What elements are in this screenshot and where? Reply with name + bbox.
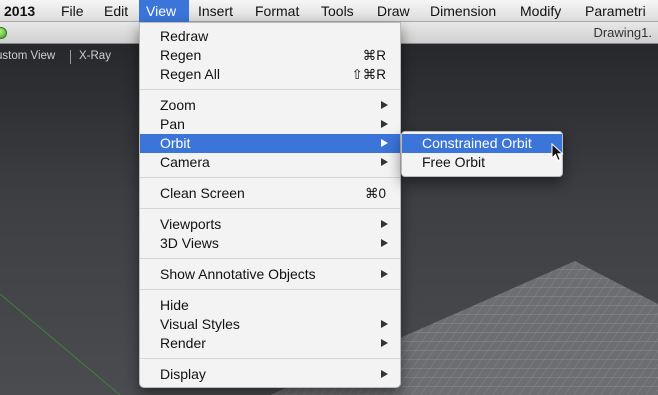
- menu-item-pan[interactable]: Pan: [140, 115, 400, 134]
- submenu-arrow-icon: [381, 139, 388, 147]
- menu-item-label: Camera: [160, 154, 210, 170]
- menu-separator: [140, 89, 400, 90]
- menu-item-redraw[interactable]: Redraw: [140, 27, 400, 46]
- menu-item-label: Regen All: [160, 66, 220, 82]
- menu-item-clean-screen[interactable]: Clean Screen ⌘0: [140, 184, 400, 203]
- menu-dimension[interactable]: Dimension: [430, 0, 496, 22]
- menu-tools[interactable]: Tools: [321, 0, 354, 22]
- menu-item-visual-styles[interactable]: Visual Styles: [140, 315, 400, 334]
- menu-item-label: Redraw: [160, 28, 209, 44]
- menu-item-regen-all[interactable]: Regen All ⇧⌘R: [140, 65, 400, 84]
- menu-insert[interactable]: Insert: [198, 0, 233, 22]
- menu-file[interactable]: File: [61, 0, 84, 22]
- menu-item-label: Show Annotative Objects: [160, 266, 316, 282]
- menu-item-label: Regen: [160, 47, 202, 63]
- submenu-arrow-icon: [381, 158, 388, 166]
- menu-item-show-annotative-objects[interactable]: Show Annotative Objects: [140, 265, 400, 284]
- menu-modify[interactable]: Modify: [520, 0, 561, 22]
- menu-item-label: Render: [160, 335, 206, 351]
- menu-draw[interactable]: Draw: [377, 0, 410, 22]
- submenu-arrow-icon: [381, 339, 388, 347]
- submenu-arrow-icon: [381, 101, 388, 109]
- menu-item-viewports[interactable]: Viewports: [140, 215, 400, 234]
- window-zoom-button[interactable]: [0, 27, 7, 39]
- menu-item-orbit[interactable]: Orbit: [140, 134, 400, 153]
- app-menu[interactable]: 2013: [4, 0, 35, 22]
- submenu-item-constrained-orbit[interactable]: Constrained Orbit: [402, 134, 562, 153]
- view-menu: Redraw Regen ⌘R Regen All ⇧⌘R Zoom Pan Orb…: [139, 22, 401, 388]
- menu-bar: 2013 File Edit View Insert Format Tools …: [0, 0, 658, 22]
- menu-separator: [140, 358, 400, 359]
- menu-item-display[interactable]: Display: [140, 365, 400, 384]
- y-axis-line: [0, 293, 121, 395]
- orbit-submenu: Constrained Orbit Free Orbit: [401, 131, 563, 177]
- menu-item-label: Display: [160, 366, 206, 382]
- menu-item-render[interactable]: Render: [140, 334, 400, 353]
- shortcut: ⇧⌘R: [351, 67, 386, 82]
- menu-item-label: Visual Styles: [160, 316, 240, 332]
- menu-item-camera[interactable]: Camera: [140, 153, 400, 172]
- submenu-arrow-icon: [381, 270, 388, 278]
- viewport-label-separator: [70, 50, 71, 64]
- menu-item-regen[interactable]: Regen ⌘R: [140, 46, 400, 65]
- submenu-arrow-icon: [381, 120, 388, 128]
- submenu-arrow-icon: [381, 370, 388, 378]
- view-label[interactable]: ustom View: [0, 50, 55, 62]
- menu-item-zoom[interactable]: Zoom: [140, 96, 400, 115]
- menu-separator: [140, 258, 400, 259]
- menu-item-hide[interactable]: Hide: [140, 296, 400, 315]
- menu-separator: [140, 177, 400, 178]
- menu-separator: [140, 208, 400, 209]
- document-title: Drawing1.: [593, 25, 652, 40]
- menu-item-label: Hide: [160, 297, 189, 313]
- menu-item-label: 3D Views: [160, 235, 219, 251]
- menu-item-label: Clean Screen: [160, 185, 245, 201]
- visual-mode-label[interactable]: X-Ray: [79, 50, 111, 62]
- menu-separator: [140, 289, 400, 290]
- submenu-arrow-icon: [381, 220, 388, 228]
- menu-view[interactable]: View: [139, 0, 189, 22]
- submenu-arrow-icon: [381, 239, 388, 247]
- shortcut: ⌘R: [362, 48, 386, 63]
- menu-item-label: Pan: [160, 116, 185, 132]
- shortcut: ⌘0: [364, 186, 386, 201]
- menu-item-3d-views[interactable]: 3D Views: [140, 234, 400, 253]
- menu-item-label: Zoom: [160, 97, 196, 113]
- mouse-pointer-icon: [551, 143, 564, 162]
- menu-edit[interactable]: Edit: [104, 0, 128, 22]
- submenu-arrow-icon: [381, 320, 388, 328]
- menu-item-label: Viewports: [160, 216, 222, 232]
- menu-format[interactable]: Format: [255, 0, 299, 22]
- menu-item-label: Orbit: [160, 135, 191, 151]
- submenu-item-free-orbit[interactable]: Free Orbit: [402, 153, 562, 172]
- menu-parametric[interactable]: Parametri: [585, 0, 646, 22]
